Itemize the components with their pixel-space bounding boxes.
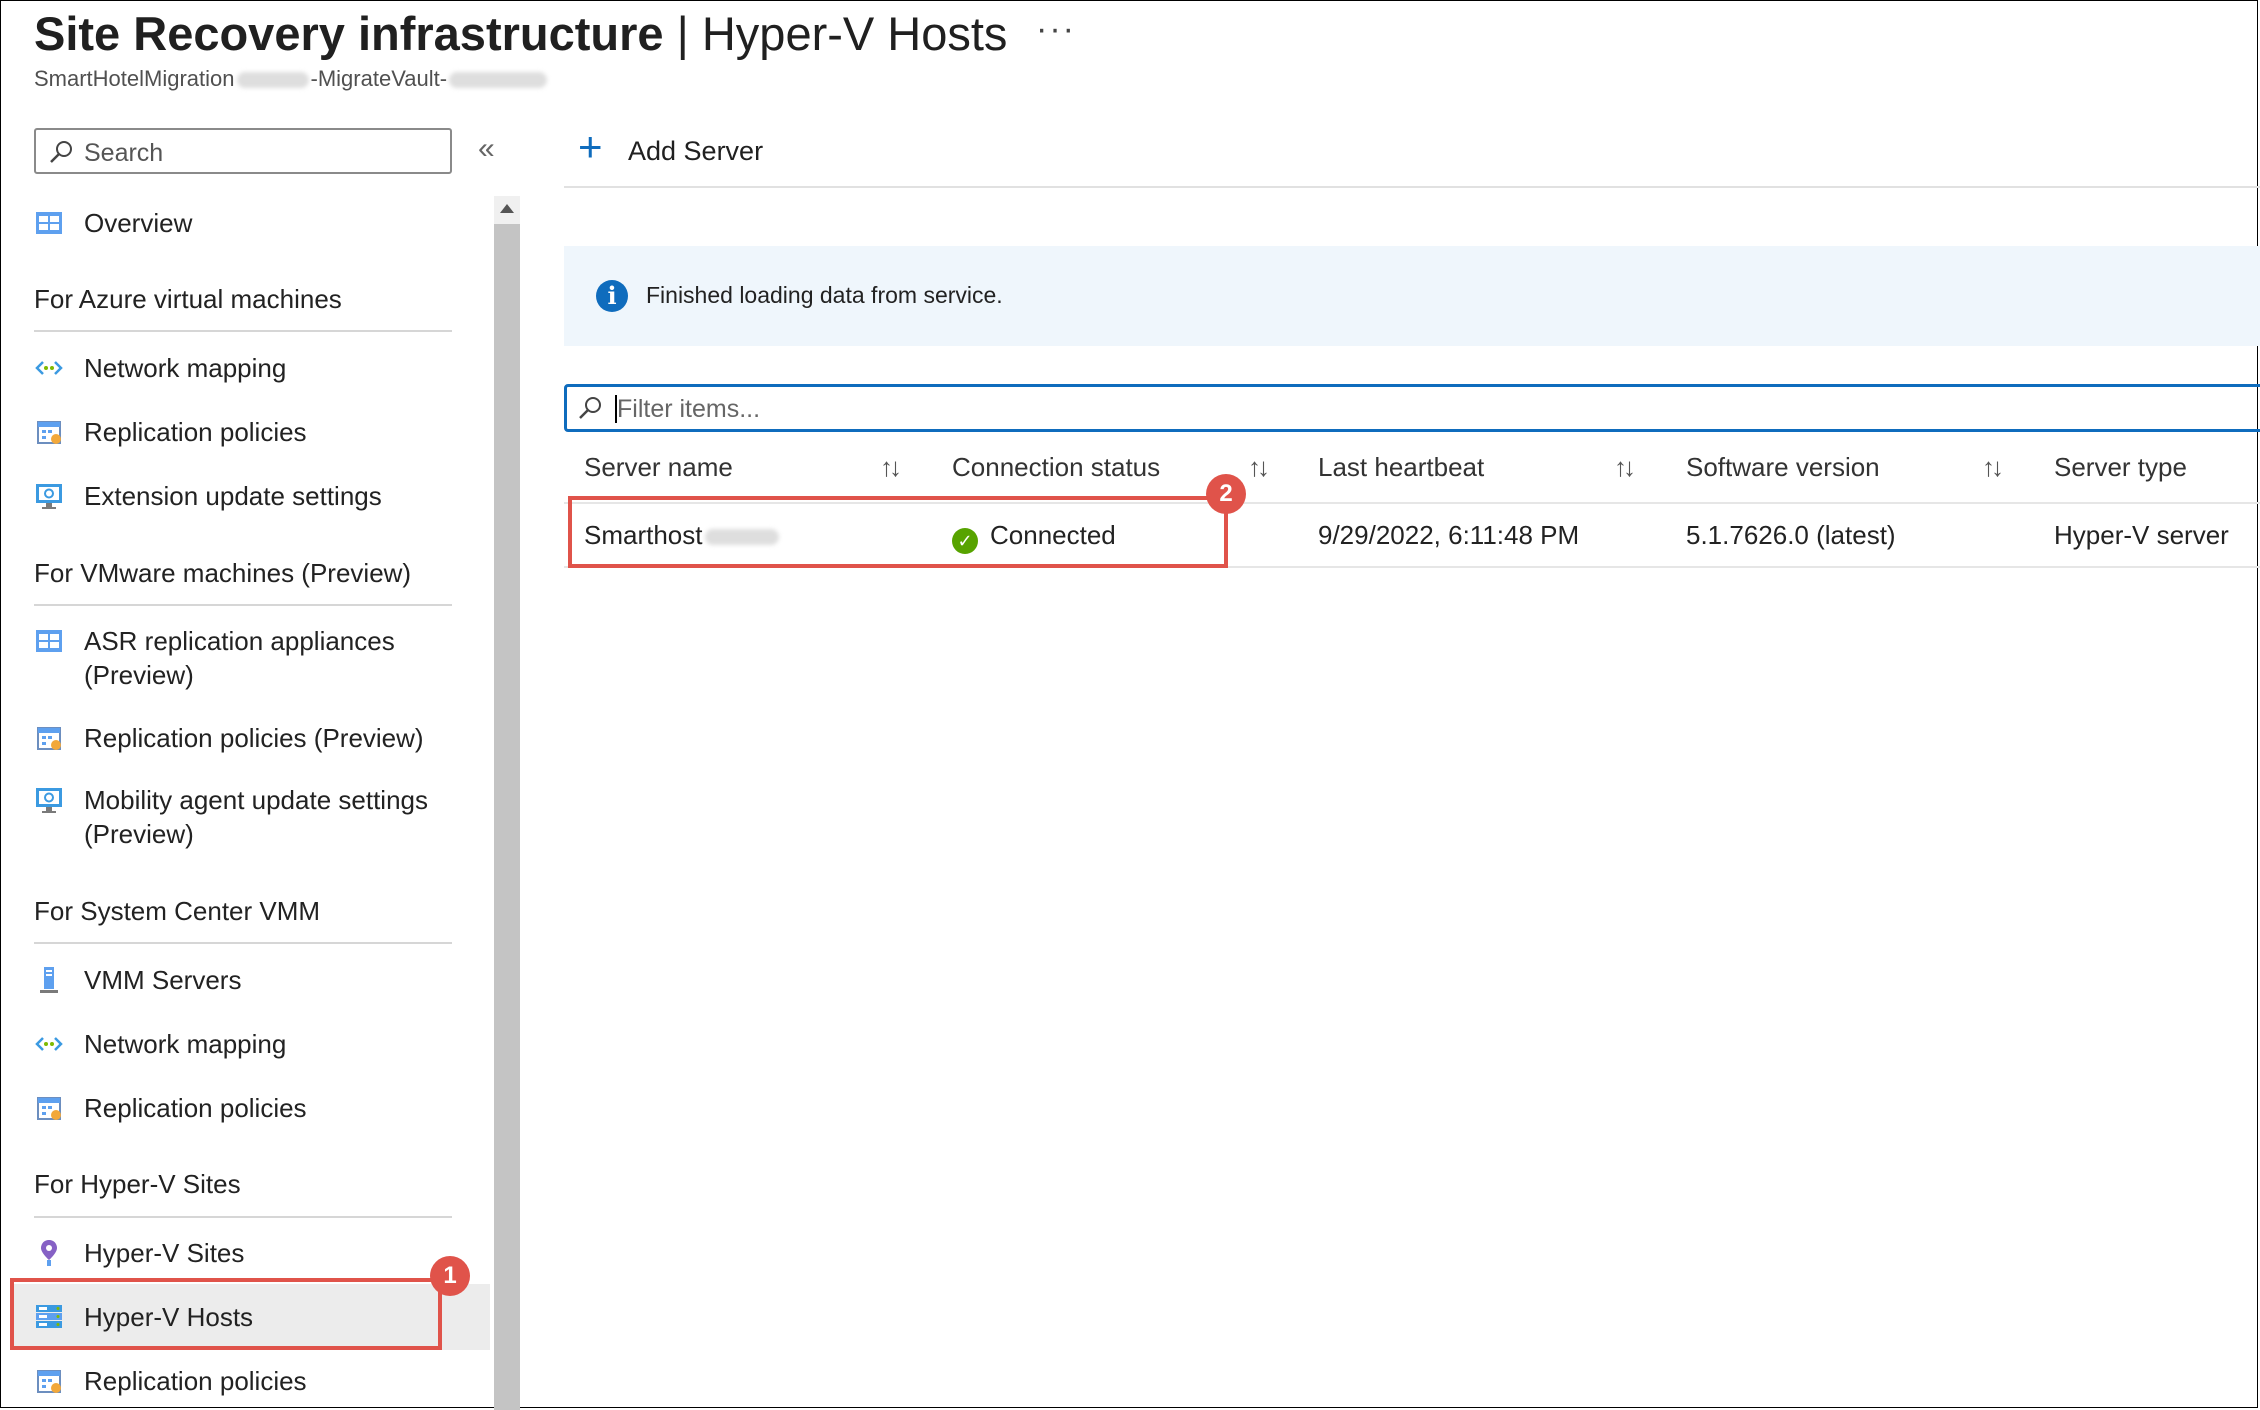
replication-policies-icon (37, 1097, 61, 1120)
section-divider (34, 604, 452, 606)
overview-icon (36, 212, 62, 234)
callout-box-connection (568, 496, 1228, 568)
sort-software-version-icon[interactable]: ↑↓ (1982, 452, 2004, 483)
sidebar-item-label: Replication policies (Preview) (84, 723, 424, 753)
section-heading-azure-vms: For Azure virtual machines (34, 284, 342, 314)
sidebar-item-label: Extension update settings (84, 481, 382, 511)
search-icon (579, 397, 601, 419)
column-header-server-name[interactable]: Server name (584, 452, 733, 483)
filter-input[interactable]: Filter items... (564, 384, 2260, 432)
breadcrumb: SmartHotelMigration -MigrateVault- (34, 66, 549, 92)
scroll-up-arrow[interactable] (500, 204, 514, 213)
plus-icon: + (578, 123, 603, 170)
column-header-server-type[interactable]: Server type (2054, 452, 2187, 483)
replication-policies-icon (37, 1370, 61, 1393)
search-placeholder: Search (84, 139, 164, 167)
sort-server-name-icon[interactable]: ↑↓ (880, 452, 902, 483)
mobility-agent-icon (36, 788, 62, 813)
sidebar-item-label: Network mapping (84, 353, 287, 383)
callout-badge-2: 2 (1206, 474, 1246, 514)
network-mapping-icon (35, 361, 63, 375)
sidebar-search-input[interactable]: Search (34, 128, 452, 174)
cell-server-type: Hyper-V server (2054, 520, 2229, 550)
column-header-connection-status[interactable]: Connection status (952, 452, 1160, 483)
filter-placeholder: Filter items... (617, 395, 761, 423)
replication-policies-icon (37, 421, 61, 444)
sidebar-scrollbar[interactable] (494, 196, 520, 1410)
section-divider (34, 942, 452, 944)
search-icon (50, 141, 72, 163)
sidebar-item-label: Mobility agent update settings (84, 785, 428, 815)
window-frame (0, 0, 2258, 1408)
breadcrumb-part: SmartHotelMigration (34, 66, 235, 91)
section-divider (34, 1216, 452, 1218)
vmm-server-icon (40, 967, 58, 993)
sidebar-item-label: Hyper-V Sites (84, 1238, 245, 1268)
appliance-icon (36, 630, 62, 652)
page-title-main: Site Recovery infrastructure (34, 7, 664, 60)
sidebar-item-label: VMM Servers (84, 965, 242, 995)
sidebar-item-label: Replication policies (84, 1093, 307, 1123)
network-mapping-icon (35, 1037, 63, 1051)
add-server-label: Add Server (628, 136, 764, 166)
cell-software-version: 5.1.7626.0 (latest) (1686, 520, 1896, 550)
sidebar-item-label: Network mapping (84, 1029, 287, 1059)
page-title-sub: | Hyper-V Hosts (676, 7, 1008, 60)
page-title: Site Recovery infrastructure | Hyper-V H… (34, 6, 1007, 61)
section-heading-vmm: For System Center VMM (34, 896, 321, 926)
cell-last-heartbeat: 9/29/2022, 6:11:48 PM (1318, 520, 1580, 550)
replication-policies-icon (37, 727, 61, 750)
sidebar-item-sublabel: (Preview) (84, 660, 194, 690)
callout-badge-1: 1 (430, 1256, 470, 1296)
toolbar-divider (564, 186, 2260, 188)
redacted-text (449, 72, 548, 89)
callout-box-hyperv-hosts (10, 1278, 442, 1350)
sort-connection-status-icon[interactable]: ↑↓ (1248, 452, 1270, 483)
sidebar-item-label: Overview (84, 208, 193, 238)
column-header-software-version[interactable]: Software version (1686, 452, 1880, 483)
more-options-button[interactable]: ··· (1036, 10, 1076, 49)
collapse-sidebar-button[interactable]: « (478, 132, 495, 166)
column-header-last-heartbeat[interactable]: Last heartbeat (1318, 452, 1484, 483)
scrollbar-thumb[interactable] (494, 224, 520, 1410)
redacted-text (236, 72, 309, 89)
extension-update-icon (36, 484, 62, 509)
section-heading-hyperv: For Hyper-V Sites (34, 1169, 241, 1199)
breadcrumb-part: -MigrateVault- (310, 66, 448, 91)
sidebar-item-label: Replication policies (84, 1366, 307, 1396)
sidebar-item-label: ASR replication appliances (84, 626, 395, 656)
info-message: Finished loading data from service. (646, 282, 1003, 308)
section-heading-vmware: For VMware machines (Preview) (34, 558, 412, 588)
info-icon: i (596, 280, 628, 312)
section-divider (34, 330, 452, 332)
info-banner: i Finished loading data from service. (564, 246, 2260, 346)
sidebar-item-sublabel: (Preview) (84, 819, 194, 849)
sort-last-heartbeat-icon[interactable]: ↑↓ (1614, 452, 1636, 483)
hyperv-site-icon (41, 1240, 57, 1266)
sidebar-item-label: Replication policies (84, 417, 307, 447)
